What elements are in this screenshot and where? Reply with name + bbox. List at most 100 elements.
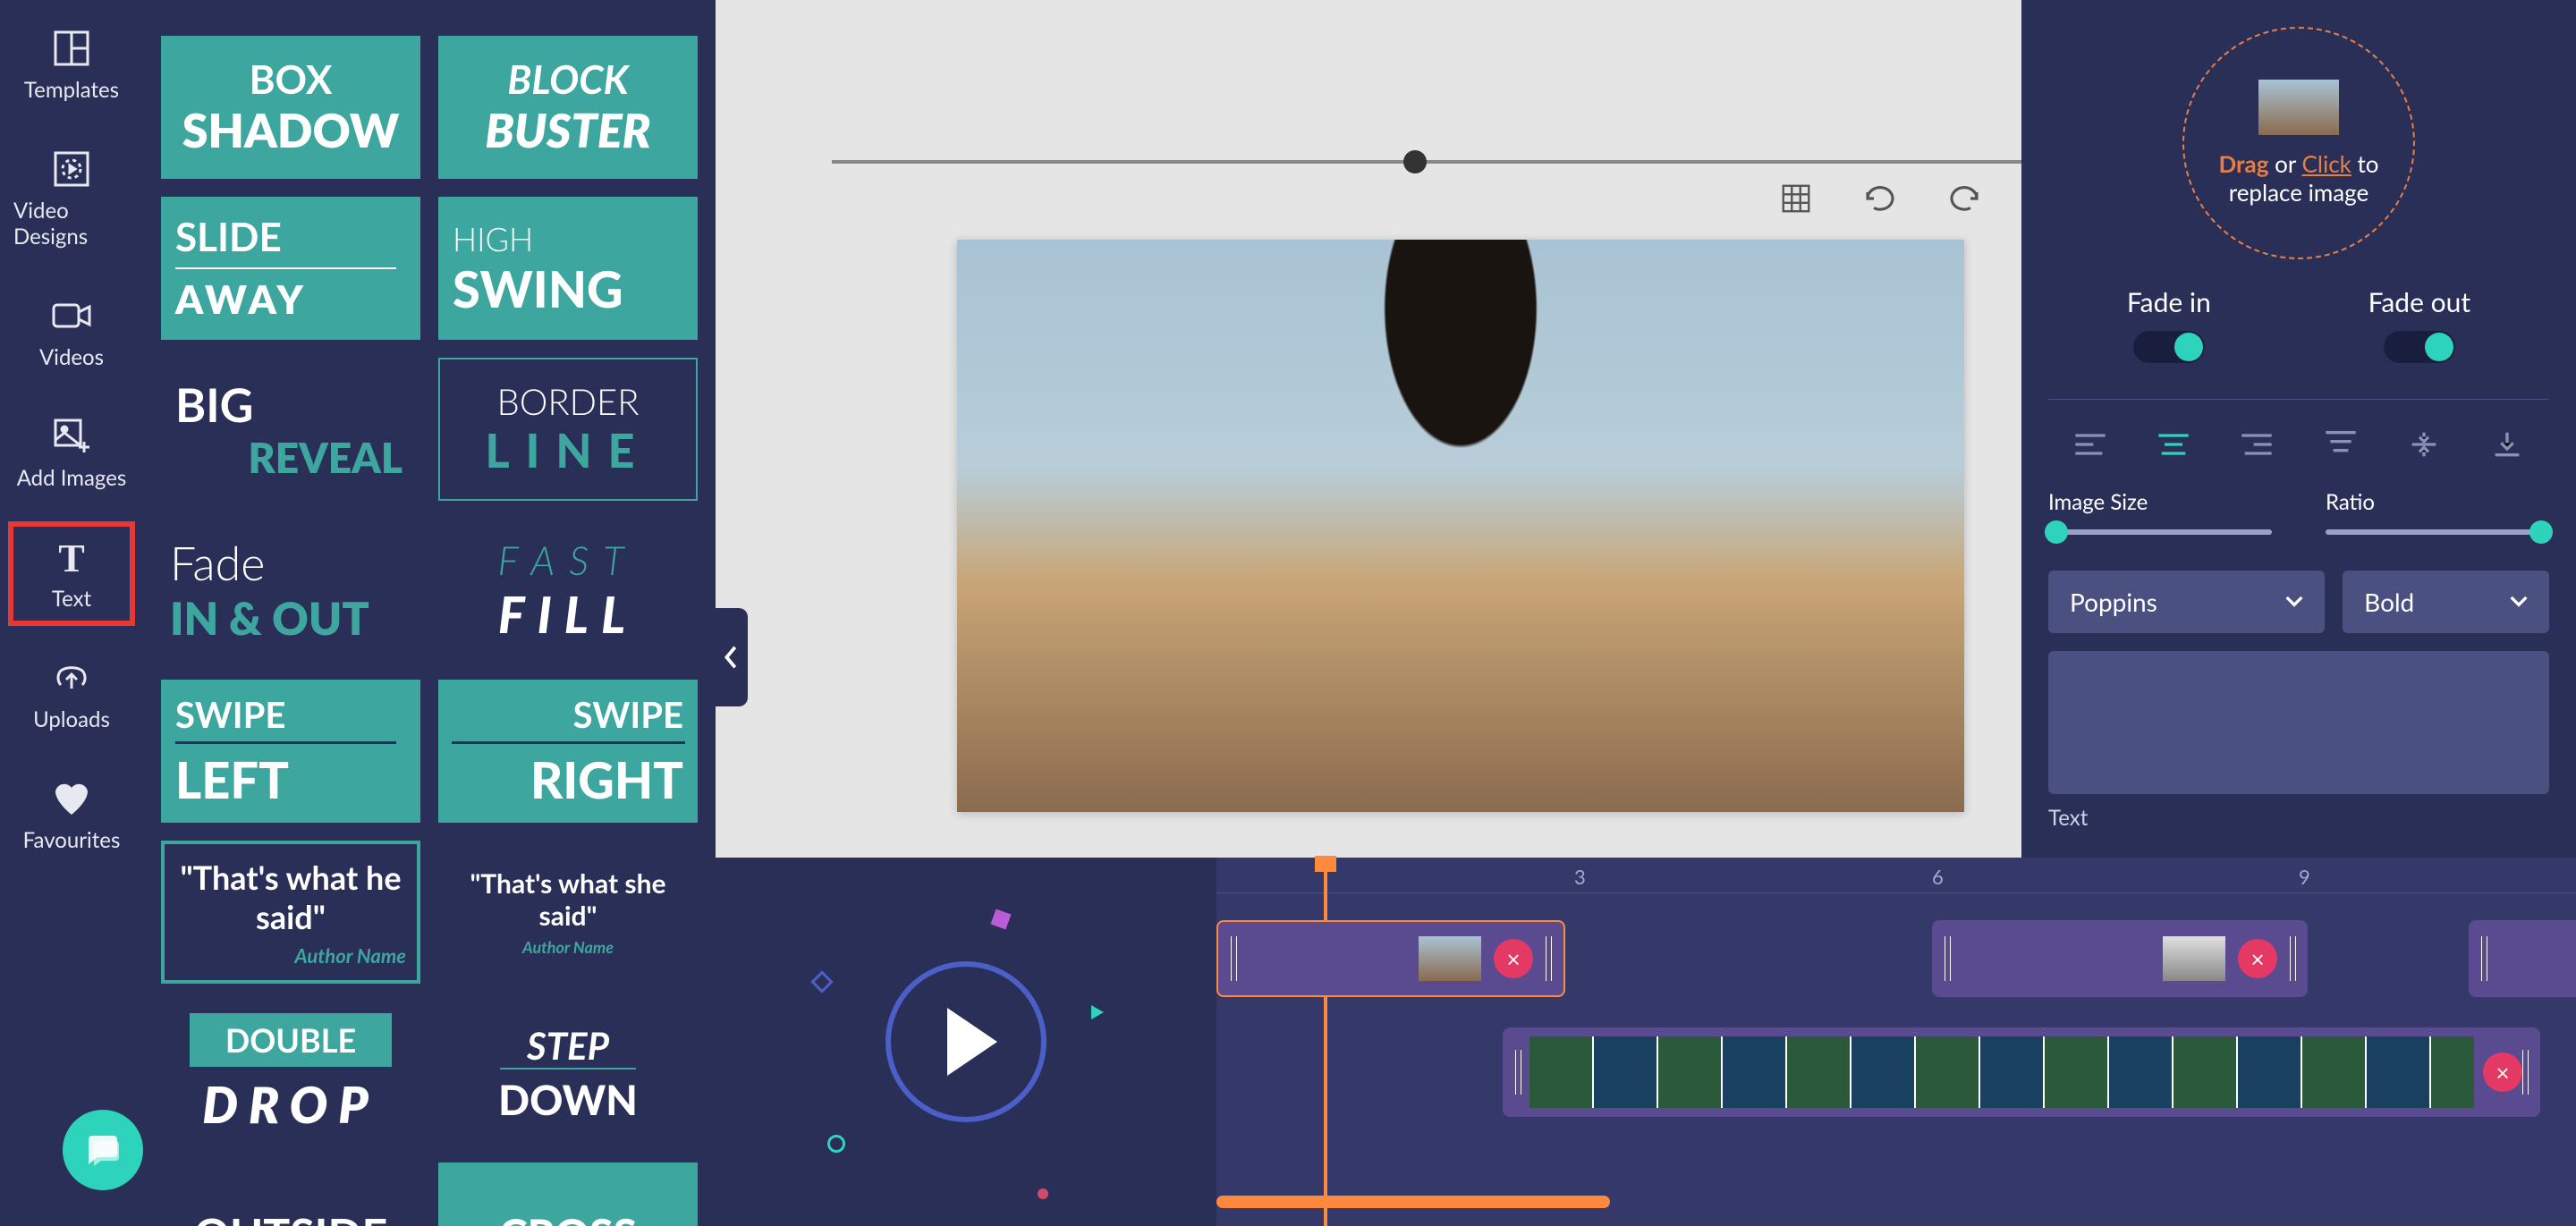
font-family-dropdown[interactable]: Poppins	[2048, 571, 2325, 633]
chevron-down-icon	[2510, 596, 2528, 608]
sidebar-item-text[interactable]: T Text	[13, 527, 130, 621]
sidebar-item-uploads[interactable]: Uploads	[13, 647, 130, 741]
preset-outside[interactable]: OUTSIDE	[161, 1163, 420, 1226]
text-presets-panel: BOX SHADOW BLOCK BUSTER SLIDE AWAY HIGH …	[143, 0, 716, 1226]
clip-handle-left[interactable]	[2481, 936, 2487, 981]
crop-button[interactable]	[1776, 179, 1816, 218]
fade-out-label: Fade out	[2368, 286, 2471, 318]
redo-button[interactable]	[1945, 179, 1984, 218]
clip-handle-right[interactable]	[2522, 1050, 2528, 1095]
text-content-input[interactable]	[2048, 651, 2549, 794]
clip-video-1[interactable]: ×	[1503, 1027, 2540, 1117]
preset-border-line[interactable]: BORDER LINE	[438, 358, 698, 501]
timeline-tracks: 3 6 9 12 × ×	[1216, 858, 2576, 1226]
clip-handle-left[interactable]	[1515, 1050, 1521, 1095]
preset-fast-fill[interactable]: FAST FILL	[438, 519, 698, 662]
preset-cross[interactable]: CROSS	[438, 1163, 698, 1226]
play-button[interactable]	[886, 961, 1046, 1122]
sidebar-item-templates[interactable]: Templates	[13, 18, 130, 112]
clip-image-1[interactable]: ×	[1216, 920, 1565, 997]
click-link[interactable]: Click	[2301, 149, 2351, 178]
uploads-icon	[50, 656, 93, 699]
replace-image-thumb	[2258, 80, 2339, 135]
preset-box-shadow[interactable]: BOX SHADOW	[161, 36, 420, 179]
favourites-icon	[50, 777, 93, 820]
undo-button[interactable]	[1860, 179, 1900, 218]
timeline-ruler[interactable]: 3 6 9 12	[1216, 858, 2576, 893]
preset-fade-in-out[interactable]: Fade IN & OUT	[161, 519, 420, 662]
ruler-mark: 9	[2299, 865, 2310, 889]
preset-quote-he[interactable]: "That's what he said" Author Name	[161, 841, 420, 984]
track-video: ×	[1216, 1027, 2576, 1126]
decoration	[827, 1135, 845, 1153]
preset-double-drop[interactable]: DOUBLE DROP	[161, 1002, 420, 1145]
preset-block-buster[interactable]: BLOCK BUSTER	[438, 36, 698, 179]
timeline-zoom-bar[interactable]	[1216, 1196, 1610, 1208]
canvas-frame[interactable]	[957, 240, 1964, 812]
clip-delete-button[interactable]: ×	[1494, 939, 1533, 978]
right-properties-panel: Drag or Click to replace image Fade in F…	[2021, 0, 2576, 948]
add-images-icon	[50, 415, 93, 458]
preset-slide-away[interactable]: SLIDE AWAY	[161, 197, 420, 340]
clip-thumb	[2163, 936, 2225, 981]
align-center-button[interactable]	[2148, 427, 2199, 462]
drag-label: Drag	[2218, 149, 2268, 178]
track-images: × × ×	[1216, 920, 2576, 1001]
font-weight-dropdown[interactable]: Bold	[2343, 571, 2549, 633]
sidebar-item-video-designs[interactable]: Video Designs	[13, 139, 130, 258]
replace-image-dropzone[interactable]: Drag or Click to replace image	[2182, 27, 2415, 259]
opacity-slider-thumb[interactable]	[1403, 150, 1427, 173]
align-left-button[interactable]	[2065, 427, 2115, 462]
clip-delete-button[interactable]: ×	[2238, 939, 2277, 978]
align-bottom-button[interactable]	[2482, 427, 2532, 462]
clip-handle-right[interactable]	[1546, 936, 1551, 981]
sidebar-label: Favourites	[23, 827, 121, 853]
clip-image-2[interactable]: ×	[1932, 920, 2308, 997]
decoration	[990, 909, 1011, 929]
clip-handle-right[interactable]	[2290, 936, 2295, 981]
play-section	[716, 858, 1216, 1226]
sidebar-item-add-images[interactable]: Add Images	[13, 406, 130, 500]
decoration	[1091, 1005, 1104, 1019]
sidebar-item-videos[interactable]: Videos	[13, 285, 130, 379]
chevron-down-icon	[2285, 596, 2303, 608]
decoration	[810, 970, 833, 993]
clip-handle-left[interactable]	[1231, 936, 1236, 981]
align-top-button[interactable]	[2316, 427, 2366, 462]
align-right-button[interactable]	[2232, 427, 2282, 462]
decoration	[1038, 1188, 1048, 1199]
image-size-slider[interactable]	[2048, 529, 2272, 535]
templates-icon	[50, 27, 93, 70]
ruler-mark: 3	[1574, 865, 1586, 889]
clip-filmstrip	[1530, 1036, 2474, 1108]
preset-step-down[interactable]: STEP DOWN	[438, 1002, 698, 1145]
timeline-area: 3 6 9 12 × ×	[716, 858, 2576, 1226]
sidebar-label: Video Designs	[13, 198, 130, 249]
preset-quote-she[interactable]: "That's what she said" Author Name	[438, 841, 698, 984]
ratio-label: Ratio	[2326, 489, 2549, 515]
fade-out-toggle[interactable]	[2384, 331, 2455, 363]
ratio-slider[interactable]	[2326, 529, 2549, 535]
collapse-presets-handle[interactable]	[716, 608, 748, 706]
sidebar-label: Add Images	[17, 465, 127, 491]
align-row	[2048, 427, 2549, 462]
ruler-mark: 6	[1932, 865, 1944, 889]
text-icon: T	[50, 536, 93, 579]
preset-swipe-right[interactable]: SWIPE RIGHT	[438, 680, 698, 823]
clip-handle-left[interactable]	[1945, 936, 1950, 981]
left-sidebar: Templates Video Designs Videos Add Image…	[0, 0, 143, 1226]
preset-high-swing[interactable]: HIGH SWING	[438, 197, 698, 340]
fade-in-toggle[interactable]	[2133, 331, 2205, 363]
preset-big-reveal[interactable]: BIG REVEAL	[161, 358, 420, 501]
sidebar-label: Videos	[39, 344, 104, 370]
sidebar-item-favourites[interactable]: Favourites	[13, 768, 130, 862]
opacity-slider[interactable]	[832, 148, 2102, 175]
canvas-image-content	[957, 240, 1964, 812]
chat-support-button[interactable]	[63, 1110, 143, 1190]
clip-delete-button[interactable]: ×	[2483, 1053, 2522, 1092]
canvas-image[interactable]	[957, 240, 1964, 812]
align-middle-button[interactable]	[2399, 427, 2449, 462]
svg-text:T: T	[58, 537, 84, 579]
clip-image-3[interactable]: ×	[2469, 920, 2576, 997]
preset-swipe-left[interactable]: SWIPE LEFT	[161, 680, 420, 823]
